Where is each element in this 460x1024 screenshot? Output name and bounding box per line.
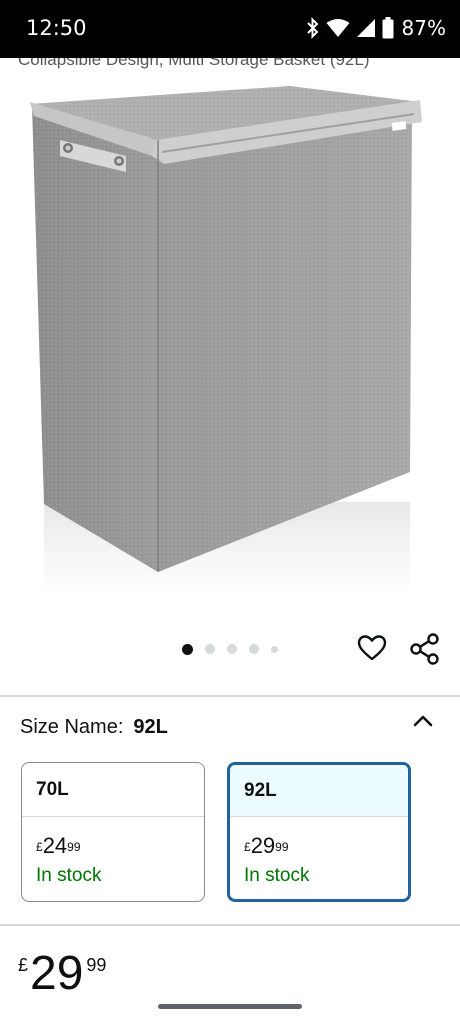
status-time: 12:50 xyxy=(26,16,87,40)
cell-signal-icon xyxy=(356,19,375,37)
collapse-size-button[interactable] xyxy=(412,712,434,728)
size-option-name: 70L xyxy=(22,763,204,817)
carousel-dot[interactable] xyxy=(249,644,259,654)
size-option-70l[interactable]: 70L £2499 In stock xyxy=(21,762,205,902)
divider xyxy=(0,695,460,697)
size-option-price: £2499 xyxy=(36,833,81,858)
size-option-availability: In stock xyxy=(244,865,310,886)
price-fraction: 99 xyxy=(86,955,107,975)
carousel-dot[interactable] xyxy=(182,643,193,655)
size-option-92l[interactable]: 92L £2999 In stock xyxy=(227,762,411,902)
price-currency: £ xyxy=(18,955,29,975)
product-price: £ 29 99 xyxy=(18,950,106,998)
bluetooth-icon xyxy=(306,17,318,39)
wifi-icon xyxy=(326,19,350,37)
carousel-dot[interactable] xyxy=(271,645,278,653)
price-whole: 29 xyxy=(30,947,84,1000)
size-name-row: Size Name: 92L xyxy=(20,716,168,739)
size-option-price: £2999 xyxy=(244,833,289,858)
size-name-label: Size Name: xyxy=(20,716,124,738)
share-icon xyxy=(410,633,439,665)
carousel-dot[interactable] xyxy=(227,644,237,654)
divider xyxy=(0,924,460,926)
chevron-up-icon xyxy=(413,715,433,727)
heart-icon xyxy=(357,635,387,661)
status-bar: 12:50 87% xyxy=(0,0,460,58)
share-button[interactable] xyxy=(408,632,442,666)
home-indicator[interactable] xyxy=(158,1004,302,1009)
size-name-value: 92L xyxy=(133,716,168,738)
carousel-dots[interactable] xyxy=(182,643,278,655)
product-image[interactable] xyxy=(0,72,460,612)
status-icons: 87% xyxy=(306,14,446,42)
size-option-name: 92L xyxy=(230,765,408,817)
battery-icon xyxy=(382,17,394,39)
wishlist-button[interactable] xyxy=(356,632,388,664)
product-title: Collapsible Design, Multi Storage Basket… xyxy=(0,58,460,72)
size-option-availability: In stock xyxy=(36,865,102,886)
product-title-text: Collapsible Design, Multi Storage Basket… xyxy=(18,58,370,69)
battery-percent: 87% xyxy=(401,16,446,40)
carousel-dot[interactable] xyxy=(205,644,215,654)
